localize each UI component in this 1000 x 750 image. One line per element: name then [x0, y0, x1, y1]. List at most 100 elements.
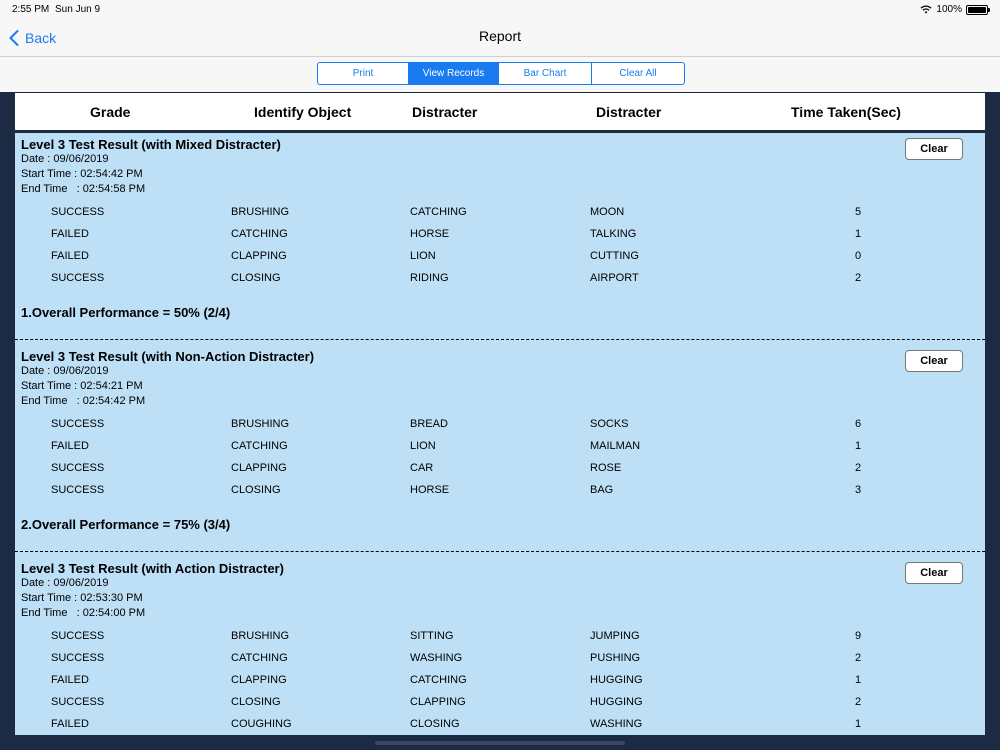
object-cell: COUGHING — [231, 718, 292, 730]
object-cell: CLAPPING — [231, 462, 287, 474]
section-start-time: Start Time : 02:54:42 PM — [21, 168, 143, 180]
clear-button[interactable]: Clear — [905, 350, 963, 372]
time-cell: 9 — [855, 630, 862, 642]
distracter-cell: CLOSING — [410, 718, 460, 730]
table-row: SUCCESS CLAPPING CAR ROSE 2 — [15, 462, 985, 478]
grade-cell: FAILED — [51, 228, 89, 240]
object-cell: CLOSING — [231, 272, 281, 284]
object-cell: CLOSING — [231, 484, 281, 496]
clear-button[interactable]: Clear — [905, 138, 963, 160]
distracter-cell: ROSE — [590, 462, 622, 474]
grade-cell: FAILED — [51, 440, 89, 452]
time-cell: 2 — [855, 272, 862, 284]
overall-performance: 2.Overall Performance = 75% (3/4) — [21, 517, 231, 532]
section-end-time: End Time : 02:54:58 PM — [21, 183, 146, 195]
time-cell: 2 — [855, 652, 862, 664]
section-divider — [15, 339, 985, 340]
distracter-cell: SITTING — [410, 630, 454, 642]
grade-cell: SUCCESS — [51, 696, 105, 708]
time-cell: 1 — [855, 440, 862, 452]
col-time-taken: Time Taken(Sec) — [791, 104, 901, 120]
section-divider — [15, 551, 985, 552]
grade-cell: FAILED — [51, 250, 89, 262]
distracter-cell: HUGGING — [590, 674, 643, 686]
status-right: 100% — [920, 4, 990, 15]
time-cell: 2 — [855, 462, 862, 474]
object-cell: BRUSHING — [231, 206, 290, 218]
distracter-cell: HORSE — [410, 228, 450, 240]
section-title: Level 3 Test Result (with Mixed Distract… — [21, 137, 281, 152]
grade-cell: SUCCESS — [51, 418, 105, 430]
distracter-cell: SOCKS — [590, 418, 629, 430]
distracter-cell: CATCHING — [410, 206, 467, 218]
section-end-time: End Time : 02:54:42 PM — [21, 395, 146, 407]
object-cell: CLAPPING — [231, 674, 287, 686]
section-title: Level 3 Test Result (with Non-Action Dis… — [21, 349, 315, 364]
bar-chart-segment[interactable]: Bar Chart — [499, 63, 592, 84]
top-chrome: 2:55 PM Sun Jun 9 100% Back Report Print… — [0, 0, 1000, 92]
table-row: FAILED CATCHING HORSE TALKING 1 — [15, 228, 985, 244]
section-date: Date : 09/06/2019 — [21, 365, 109, 377]
grade-cell: SUCCESS — [51, 272, 105, 284]
distracter-cell: BAG — [590, 484, 614, 496]
table-row: SUCCESS BRUSHING CATCHING MOON 5 — [15, 206, 985, 222]
time-cell: 1 — [855, 674, 862, 686]
section-start-time: Start Time : 02:54:21 PM — [21, 380, 143, 392]
time-cell: 2 — [855, 696, 862, 708]
battery-percent: 100% — [936, 4, 962, 15]
table-row: FAILED COUGHING CLOSING WASHING 1 — [15, 718, 985, 734]
distracter-cell: TALKING — [590, 228, 637, 240]
records-panel[interactable]: Grade Identify Object Distracter Distrac… — [15, 93, 985, 735]
grade-cell: SUCCESS — [51, 652, 105, 664]
object-cell: CLAPPING — [231, 250, 287, 262]
table-row: SUCCESS BRUSHING BREAD SOCKS 6 — [15, 418, 985, 434]
time-cell: 6 — [855, 418, 862, 430]
table-row: FAILED CATCHING LION MAILMAN 1 — [15, 440, 985, 456]
distracter-cell: CAR — [410, 462, 434, 474]
table-row: SUCCESS CATCHING WASHING PUSHING 2 — [15, 652, 985, 668]
distracter-cell: MOON — [590, 206, 625, 218]
print-segment[interactable]: Print — [318, 63, 409, 84]
distracter-cell: HORSE — [410, 484, 450, 496]
clear-all-segment[interactable]: Clear All — [592, 63, 684, 84]
table-row: FAILED CLAPPING CATCHING HUGGING 1 — [15, 674, 985, 690]
grade-cell: SUCCESS — [51, 206, 105, 218]
object-cell: BRUSHING — [231, 630, 290, 642]
distracter-cell: CUTTING — [590, 250, 639, 262]
section-title: Level 3 Test Result (with Action Distrac… — [21, 561, 284, 576]
col-distracter-2: Distracter — [596, 104, 662, 120]
grade-cell: FAILED — [51, 674, 89, 686]
section-end-time: End Time : 02:54:00 PM — [21, 607, 146, 619]
distracter-cell: BREAD — [410, 418, 448, 430]
distracter-cell: AIRPORT — [590, 272, 639, 284]
result-section: Level 3 Test Result (with Action Distrac… — [15, 557, 985, 735]
grade-cell: FAILED — [51, 718, 89, 730]
clear-button[interactable]: Clear — [905, 562, 963, 584]
distracter-cell: CLAPPING — [410, 696, 466, 708]
object-cell: CATCHING — [231, 228, 288, 240]
table-row: SUCCESS CLOSING CLAPPING HUGGING 2 — [15, 696, 985, 712]
object-cell: BRUSHING — [231, 418, 290, 430]
distracter-cell: PUSHING — [590, 652, 641, 664]
col-distracter-1: Distracter — [412, 104, 478, 120]
distracter-cell: RIDING — [410, 272, 449, 284]
status-bar: 2:55 PM Sun Jun 9 100% — [0, 0, 1000, 20]
result-section: Level 3 Test Result (with Non-Action Dis… — [15, 345, 985, 551]
distracter-cell: HUGGING — [590, 696, 643, 708]
status-date: Sun Jun 9 — [55, 4, 101, 15]
status-time: 2:55 PM — [12, 4, 50, 15]
section-date: Date : 09/06/2019 — [21, 577, 109, 589]
distracter-cell: MAILMAN — [590, 440, 641, 452]
time-cell: 1 — [855, 228, 862, 240]
grade-cell: SUCCESS — [51, 462, 105, 474]
section-start-time: Start Time : 02:53:30 PM — [21, 592, 143, 604]
distracter-cell: CATCHING — [410, 674, 467, 686]
distracter-cell: WASHING — [410, 652, 463, 664]
result-section: Level 3 Test Result (with Mixed Distract… — [15, 133, 985, 339]
overall-performance: 1.Overall Performance = 50% (2/4) — [21, 305, 231, 320]
view-records-segment[interactable]: View Records — [409, 63, 499, 84]
table-row: SUCCESS CLOSING HORSE BAG 3 — [15, 484, 985, 500]
wifi-icon — [920, 5, 932, 14]
time-cell: 5 — [855, 206, 862, 218]
distracter-cell: LION — [410, 250, 436, 262]
